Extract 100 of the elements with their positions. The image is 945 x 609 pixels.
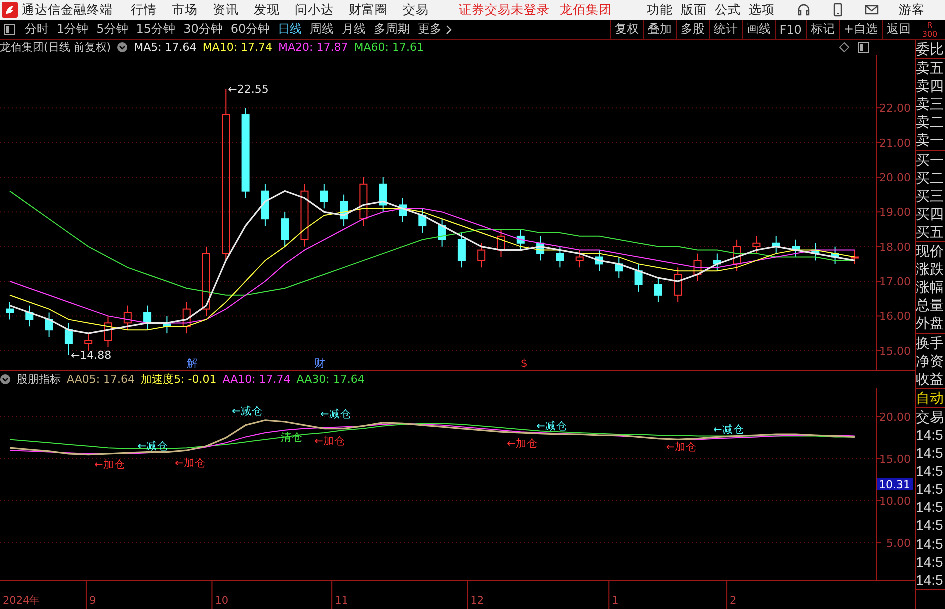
quote-label: 换手 [916, 334, 945, 352]
axis-label: 2 [730, 595, 737, 607]
period-tab[interactable]: 1分钟 [53, 21, 93, 38]
menu-item[interactable]: 公式 [715, 2, 741, 18]
menu-item[interactable]: 财富圈 [349, 2, 388, 18]
axis-label: 2024年 [3, 595, 41, 607]
axis-label: 17.00 [880, 276, 911, 289]
menu-item[interactable]: 选项 [749, 2, 775, 18]
quote-label: 买五 [916, 222, 945, 242]
quote-label: 总量 [916, 296, 945, 314]
quote-label: 涨跌 [916, 260, 945, 278]
axis-label: 20.00 [880, 411, 911, 424]
signal-label: ←减仓 [320, 408, 352, 421]
period-tab[interactable]: 5分钟 [92, 21, 132, 38]
menu-item[interactable]: 功能 [647, 2, 673, 18]
signal-label: ←减仓 [713, 424, 744, 436]
period-tab[interactable]: 30分钟 [180, 21, 227, 38]
quote-label: 买一 [916, 150, 945, 169]
period-tab[interactable]: 15分钟 [132, 21, 180, 38]
axis-label: 10 [215, 595, 229, 607]
toolbar-button[interactable]: 多股 [676, 20, 709, 39]
quote-label: 14:5 [916, 480, 944, 498]
period-tab[interactable]: 月线 [338, 21, 370, 38]
quote-label: 买二 [916, 168, 945, 187]
menu-item[interactable]: 交易 [403, 2, 429, 18]
value-tag: 10.31 [877, 478, 913, 492]
menu-item[interactable]: 资讯 [213, 2, 239, 18]
toolbar-button[interactable]: 标记 [806, 20, 839, 39]
corner-label: 300 [922, 30, 938, 38]
menu-item[interactable]: 发现 [254, 2, 280, 18]
quote-label: 卖一 [916, 131, 945, 150]
corner-label: R [927, 20, 933, 30]
axis-label: 19.00 [880, 206, 911, 220]
axis-label: 10.00 [880, 495, 911, 508]
legend-item: MA10: 17.74 [202, 41, 273, 54]
quote-label: 卖二 [916, 113, 945, 132]
user-label[interactable]: 游客 [899, 2, 925, 18]
legend-item: MA5: 17.64 [134, 41, 197, 54]
quote-label: 委比 [916, 40, 945, 58]
period-tab[interactable]: 多周期 [370, 21, 414, 38]
quote-label: 外盘 [916, 314, 945, 332]
period-tab[interactable]: 60分钟 [226, 21, 274, 38]
legend-item: AA30: 17.64 [296, 373, 365, 386]
signal-label: ←减仓 [536, 420, 568, 432]
legend-item: MA60: 17.61 [354, 41, 424, 54]
quote-label: 买四 [916, 204, 945, 223]
quote-label: 14:5 [916, 570, 944, 589]
legend-item: MA20: 17.87 [278, 41, 348, 54]
toolbar-button[interactable]: 返回 [882, 20, 915, 39]
quote-label: 买三 [916, 186, 945, 205]
legend-item: AA10: 17.74 [222, 373, 291, 386]
chart-annotation: ←22.55 [228, 83, 269, 96]
axis-label: 11 [335, 595, 348, 607]
period-tab[interactable]: 更多 [414, 21, 446, 38]
toolbar-button[interactable]: 叠加 [642, 20, 676, 39]
menu-item[interactable]: 行情 [131, 2, 157, 18]
axis-label: 12 [470, 595, 484, 607]
axis-label: 5.00 [886, 537, 911, 550]
toolbar-button[interactable]: 统计 [708, 20, 742, 39]
quote-label: 交易 [916, 408, 945, 426]
quote-label: 14:5 [916, 426, 944, 444]
event-marker: $ [520, 357, 528, 370]
axis-label: 20.00 [880, 171, 911, 184]
axis-label: 15.00 [880, 344, 911, 358]
quote-label: 14:5 [916, 444, 944, 462]
quote-label: 14:5 [916, 534, 944, 553]
quote-label: 涨幅 [916, 278, 945, 296]
signal-label: ←加仓 [314, 436, 346, 448]
legend-item: AA05: 17.64 [67, 373, 136, 386]
axis-label: 1 [612, 595, 619, 607]
toolbar-button[interactable]: F10 [774, 20, 806, 39]
event-marker: 解 [186, 357, 198, 370]
quote-label: 14:5 [916, 552, 944, 571]
axis-label: 9 [89, 595, 96, 607]
signal-label: ←加仓 [507, 438, 538, 450]
axis-label: 18.00 [880, 240, 911, 254]
signal-label: ←加仓 [175, 457, 206, 470]
status-notice: 证券交易未登录 [459, 2, 550, 18]
chart-annotation: ←14.88 [70, 349, 112, 362]
menu-item[interactable]: 市场 [172, 2, 198, 18]
axis-label: 21.00 [880, 136, 911, 150]
toolbar-button[interactable]: 复权 [610, 20, 643, 39]
period-tab[interactable]: 分时 [21, 21, 53, 38]
menu-item[interactable]: 问小达 [295, 2, 334, 18]
quote-label: 14:5 [916, 516, 944, 535]
toolbar-button[interactable]: 画线 [742, 20, 775, 39]
indicator-title: 股朋指标 [17, 372, 61, 387]
signal-label: ←加仓 [666, 441, 698, 454]
axis-label: 16.00 [880, 310, 911, 324]
quote-label: 收益 [916, 370, 945, 388]
quote-label: 14:5 [916, 498, 944, 516]
menu-item[interactable]: 版面 [681, 2, 707, 18]
quote-label: 自动 [916, 388, 945, 407]
period-tab[interactable]: 日线 [274, 21, 306, 38]
period-tab[interactable]: 周线 [306, 21, 338, 38]
toolbar-button[interactable]: +自选 [838, 20, 882, 39]
status-notice: 龙佰集团 [560, 2, 612, 18]
signal-label: ←减仓 [232, 405, 263, 418]
quote-label: 卖三 [916, 95, 945, 114]
quote-label: 14:5 [916, 462, 944, 480]
